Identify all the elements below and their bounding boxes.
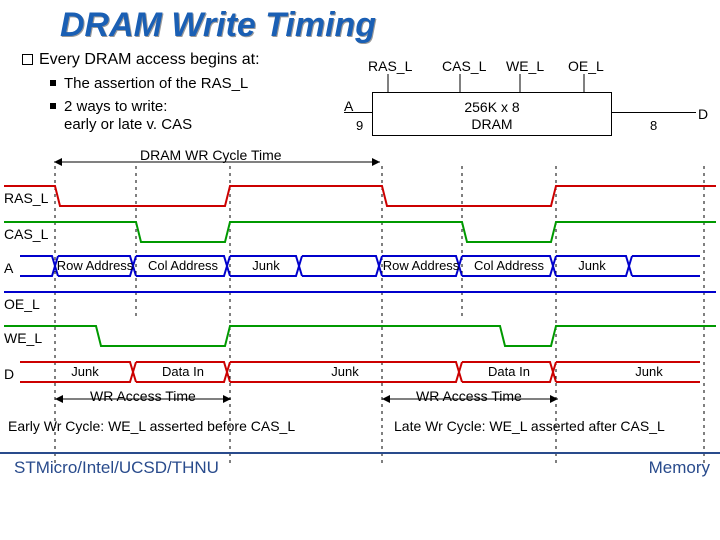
seg-junk-d1: Junk [40, 364, 130, 379]
seg-junk-1: Junk [236, 258, 296, 273]
seg-junk-d2: Junk [300, 364, 390, 379]
dot-bullet-icon [50, 103, 56, 109]
seg-rowaddr-2: Row Address [382, 258, 460, 273]
seg-junk-d3: Junk [604, 364, 694, 379]
square-bullet-icon [22, 54, 33, 65]
sub1-text: The assertion of the RAS_L [64, 75, 248, 92]
cas-wave [0, 218, 720, 248]
seg-coladdr-2: Col Address [464, 258, 554, 273]
cycle-label: DRAM WR Cycle Time [140, 147, 282, 163]
ras-wave [0, 182, 720, 212]
seg-junk-2: Junk [562, 258, 622, 273]
caption-early: Early Wr Cycle: WE_L asserted before CAS… [8, 418, 295, 434]
dot-bullet-icon [50, 80, 56, 86]
seg-rowaddr-1: Row Address [56, 258, 134, 273]
dram-l1: 256K x 8 [373, 99, 611, 116]
caption-late: Late Wr Cycle: WE_L asserted after CAS_L [394, 418, 665, 434]
lead-rest: DRAM access begins at: [84, 51, 259, 68]
bus-d-line [612, 112, 696, 113]
pin-lines [360, 56, 620, 92]
seg-datain-2: Data In [464, 364, 554, 379]
lead-prefix: Every [39, 51, 84, 68]
oe-wave [0, 288, 720, 318]
dram-block: 256K x 8 DRAM [372, 92, 612, 136]
seg-datain-1: Data In [138, 364, 228, 379]
wr-access-2: WR Access Time [416, 388, 522, 404]
slide-title: DRAM Write Timing [0, 0, 720, 49]
bus-a-line [344, 112, 372, 113]
footer-right: Memory [649, 458, 710, 478]
bus-d-width: 8 [650, 118, 657, 133]
seg-coladdr-1: Col Address [138, 258, 228, 273]
sub2-line1: 2 ways to write: [64, 98, 167, 115]
bus-d-label: D [698, 106, 708, 122]
footer-left: STMicro/Intel/UCSD/THNU [14, 458, 219, 478]
we-wave [0, 322, 720, 352]
dram-l2: DRAM [373, 116, 611, 133]
footer: STMicro/Intel/UCSD/THNU Memory [0, 452, 720, 478]
bus-a-width: 9 [356, 118, 363, 133]
wr-access-1: WR Access Time [90, 388, 196, 404]
